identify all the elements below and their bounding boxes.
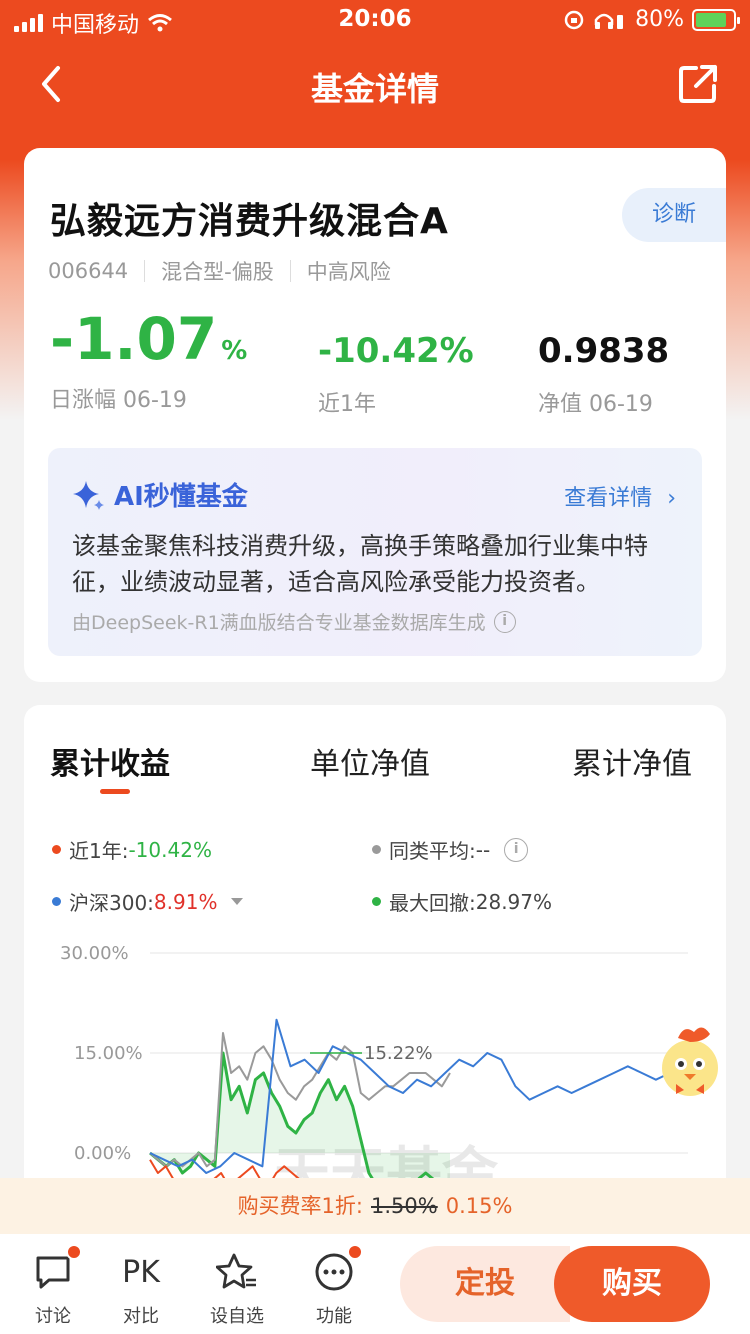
status-right: 80% <box>563 7 740 32</box>
chart-annotation: 15.22% <box>364 1043 433 1064</box>
daily-change-value: -1.07 <box>50 305 218 373</box>
dropdown-caret-icon[interactable] <box>231 898 244 905</box>
meta-divider <box>289 260 291 282</box>
watchlist-button[interactable]: 设自选 <box>202 1250 272 1328</box>
fund-code: 006644 <box>48 259 129 283</box>
share-icon[interactable] <box>676 62 720 106</box>
battery-label: 80% <box>635 7 684 32</box>
performance-card: 累计收益 单位净值 累计净值 近1年: -10.42% 同类平均: -- i 沪… <box>24 705 726 1225</box>
fund-name: 弘毅远方消费升级混合A <box>50 201 449 242</box>
ai-footnote: 由DeepSeek-R1满血版结合专业基金数据库生成 i <box>72 608 516 635</box>
legend-drawdown-label: 最大回撤: <box>389 891 476 915</box>
ytick-label: 15.00% <box>74 1043 143 1064</box>
ai-summary-box[interactable]: AI秒懂基金 查看详情 › 该基金聚焦科技消费升级，高换手策略叠加行业集中特征，… <box>48 448 702 656</box>
nav-bar: 基金详情 <box>0 52 750 116</box>
page-title: 基金详情 <box>310 70 439 108</box>
battery-icon <box>692 8 740 31</box>
status-bar: 中国移动 20:06 80% <box>0 0 750 40</box>
nav-stat: 0.9838 净值 06-19 <box>538 334 669 418</box>
tab-cumulative-return[interactable]: 累计收益 <box>50 739 170 783</box>
ai-footnote-text: 由DeepSeek-R1满血版结合专业基金数据库生成 <box>72 612 486 634</box>
legend-index-label: 沪深300: <box>69 891 154 915</box>
legend-index[interactable]: 沪深300: 8.91% <box>52 887 244 916</box>
sip-button[interactable]: 定投 <box>400 1246 570 1322</box>
legend-index-value: 8.91% <box>153 889 218 914</box>
year-change-stat: -10.42% 近1年 <box>318 334 474 418</box>
legend-peer-label: 同类平均: <box>389 839 476 863</box>
watchlist-label: 设自选 <box>210 1306 264 1327</box>
compare-button[interactable]: PK 对比 <box>106 1250 176 1328</box>
year-change-label: 近1年 <box>318 392 376 417</box>
nav-label: 净值 06-19 <box>538 392 653 417</box>
fee-banner: 购买费率1折: 1.50% 0.15% <box>0 1178 750 1234</box>
legend-peer-value: -- <box>475 837 491 862</box>
ai-summary-text: 该基金聚焦科技消费升级，高换手策略叠加行业集中特征，业绩波动显著，适合高风险承受… <box>72 532 648 596</box>
headphones-icon <box>594 13 624 29</box>
fund-meta: 006644 混合型-偏股 中高风险 <box>48 256 391 286</box>
daily-change-label: 日涨幅 06-19 <box>50 388 187 413</box>
legend-drawdown: 最大回撤: 28.97% <box>372 887 552 916</box>
discuss-label: 讨论 <box>35 1306 71 1327</box>
mascot-icon[interactable] <box>654 1020 734 1100</box>
fund-info-card: 弘毅远方消费升级混合A 诊断 006644 混合型-偏股 中高风险 -1.07%… <box>24 148 726 682</box>
legend-fund-label: 近1年: <box>69 839 129 863</box>
ytick-label: 30.00% <box>60 943 129 964</box>
legend-fund: 近1年: -10.42% <box>52 835 212 864</box>
tab-cumulative-nav[interactable]: 累计净值 <box>572 739 692 783</box>
buy-button[interactable]: 购买 <box>554 1246 710 1322</box>
chevron-right-icon: › <box>667 486 676 511</box>
info-icon[interactable]: i <box>493 610 516 633</box>
view-details-link[interactable]: 查看详情 › <box>564 480 676 512</box>
peer-info-icon[interactable]: i <box>504 837 529 862</box>
drawdown-dot <box>372 897 381 906</box>
notification-badge <box>347 1244 363 1260</box>
fund-risk: 中高风险 <box>306 260 391 284</box>
ytick-label: 0.00% <box>74 1143 131 1164</box>
more-dots-icon <box>315 1253 353 1291</box>
view-details-text: 查看详情 <box>564 486 653 511</box>
year-change-value: -10.42% <box>318 331 474 371</box>
discuss-button[interactable]: 讨论 <box>18 1244 88 1328</box>
nav-value: 0.9838 <box>538 331 670 371</box>
functions-button[interactable]: 功能 <box>299 1244 369 1328</box>
diagnose-button[interactable]: 诊断 <box>622 188 726 242</box>
pk-icon: PK <box>122 1254 160 1290</box>
rotation-lock-icon <box>564 10 584 29</box>
legend-fund-value: -10.42% <box>128 837 212 862</box>
legend-peer: 同类平均: -- i <box>372 835 529 864</box>
fee-old-rate: 1.50% <box>371 1194 438 1218</box>
notification-badge <box>66 1244 82 1260</box>
fund-type: 混合型-偏股 <box>161 260 274 284</box>
fund-dot <box>52 845 61 854</box>
sparkle-icon <box>73 480 104 510</box>
ai-title: AI秒懂基金 <box>72 476 248 513</box>
bottom-action-bar: 讨论 PK 对比 设自选 功能 定投 购买 <box>0 1234 750 1334</box>
meta-divider <box>144 260 146 282</box>
active-tab-indicator <box>100 789 130 794</box>
peer-dot <box>372 845 381 854</box>
index-dot <box>52 897 61 906</box>
functions-label: 功能 <box>316 1306 352 1327</box>
tab-unit-nav[interactable]: 单位净值 <box>310 739 430 783</box>
chat-bubble-icon <box>36 1256 70 1289</box>
daily-change-unit: % <box>221 336 248 366</box>
daily-change-stat: -1.07% 日涨幅 06-19 <box>50 310 247 414</box>
compare-label: 对比 <box>123 1306 159 1327</box>
star-list-icon <box>216 1253 256 1289</box>
legend-drawdown-value: 28.97% <box>475 889 553 914</box>
fee-label: 购买费率1折: <box>237 1194 363 1218</box>
fee-new-rate: 0.15% <box>445 1194 513 1218</box>
ai-title-text: AI秒懂基金 <box>114 482 248 512</box>
